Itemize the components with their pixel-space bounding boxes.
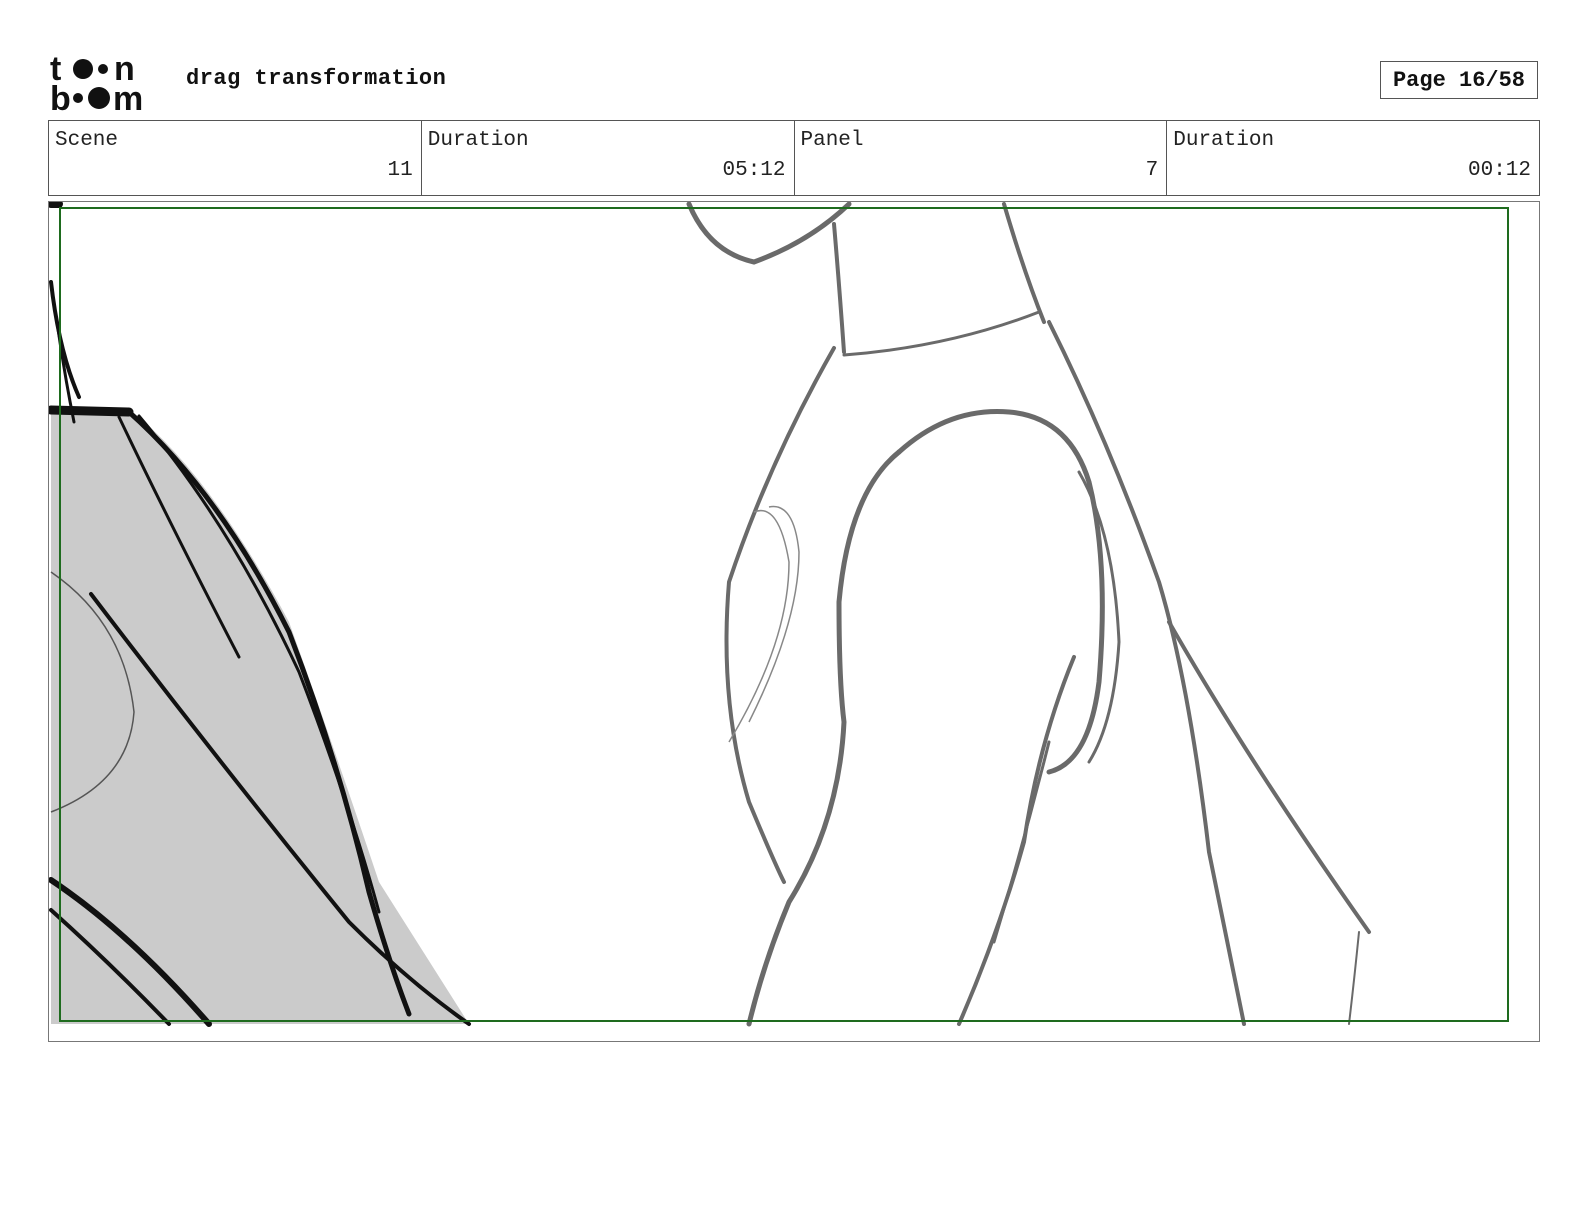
scene-info-table: Scene 11 Duration 05:12 Panel 7 Duration… xyxy=(48,120,1540,196)
page-indicator: Page 16/58 xyxy=(1380,61,1538,99)
scene-duration-label: Duration xyxy=(427,129,529,152)
panel-cell: Panel 7 xyxy=(795,121,1168,195)
document-title: drag transformation xyxy=(186,66,447,91)
scene-duration-cell: Duration 05:12 xyxy=(422,121,795,195)
scene-label: Scene xyxy=(55,129,119,152)
scene-value: 11 xyxy=(387,159,413,182)
toon-boom-logo: t n b m xyxy=(50,50,166,118)
scene-cell: Scene 11 xyxy=(49,121,422,195)
panel-duration-label: Duration xyxy=(1173,129,1275,152)
panel-duration-cell: Duration 00:12 xyxy=(1167,121,1539,195)
scene-duration-value: 05:12 xyxy=(722,159,786,182)
svg-text:b: b xyxy=(50,80,71,114)
panel-sketch xyxy=(49,202,1509,1027)
storyboard-panel xyxy=(48,201,1540,1042)
panel-label: Panel xyxy=(800,129,864,152)
right-figure-thin-lines xyxy=(728,505,800,743)
svg-text:m: m xyxy=(113,80,143,114)
panel-duration-value: 00:12 xyxy=(1467,159,1531,182)
panel-value: 7 xyxy=(1145,159,1159,182)
